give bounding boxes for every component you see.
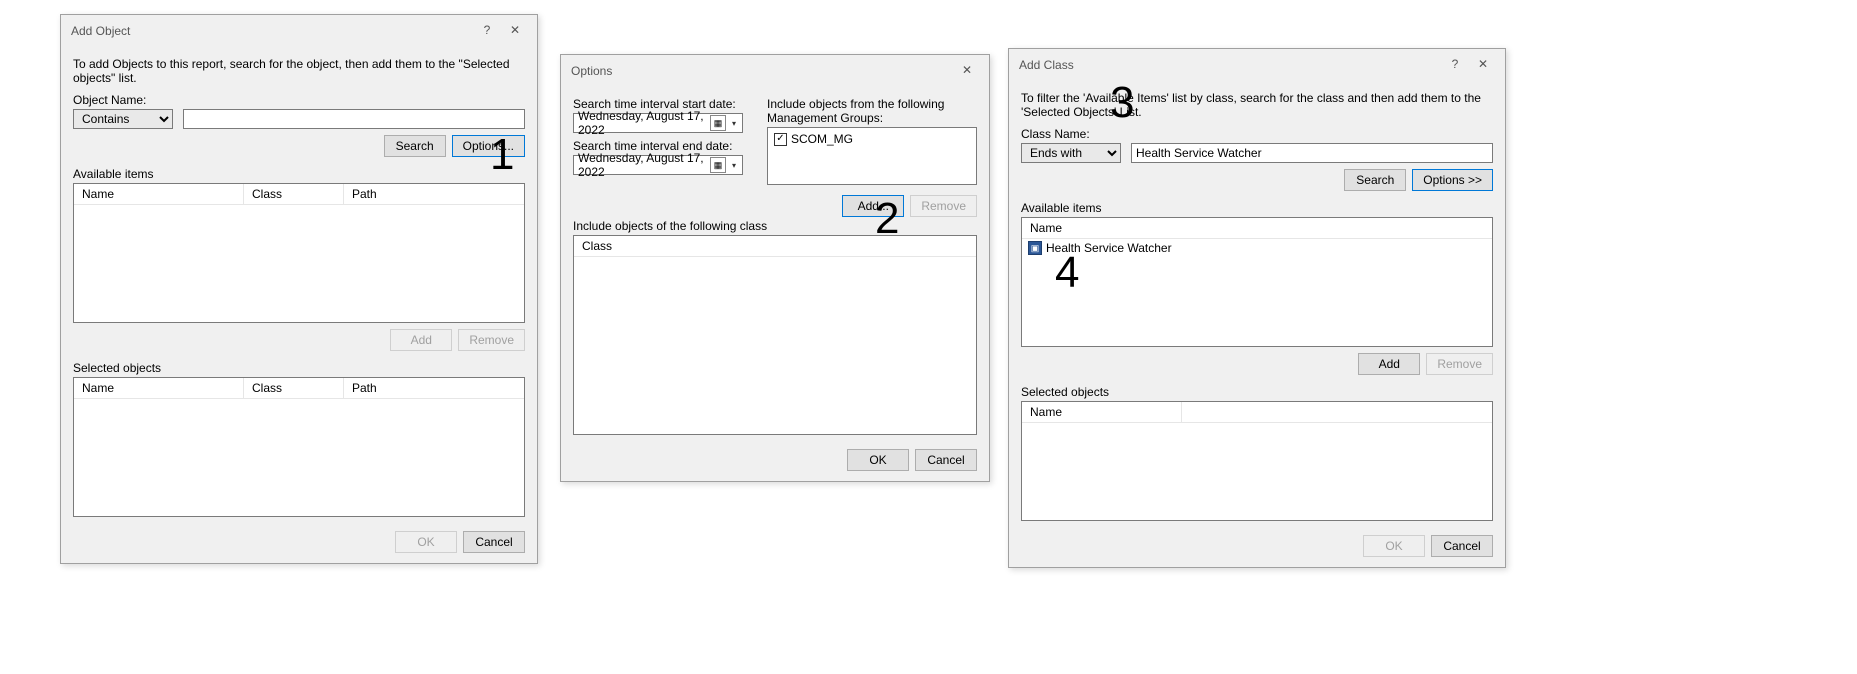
mg-label: Include objects from the following Manag… bbox=[767, 97, 977, 125]
dialog-title: Add Object bbox=[71, 24, 473, 38]
filter-mode-select[interactable]: Ends with bbox=[1021, 143, 1121, 163]
mg-item-label: SCOM_MG bbox=[791, 132, 853, 146]
end-date-picker[interactable]: Wednesday, August 17, 2022 ▦ ▾ bbox=[573, 155, 743, 175]
search-button[interactable]: Search bbox=[384, 135, 446, 157]
remove-class-button: Remove bbox=[910, 195, 977, 217]
list-header: Name bbox=[1022, 402, 1492, 423]
available-items-label: Available items bbox=[1021, 201, 1493, 215]
class-name-input[interactable] bbox=[1131, 143, 1493, 163]
mg-item[interactable]: ✓ SCOM_MG bbox=[774, 132, 970, 146]
ok-button[interactable]: OK bbox=[847, 449, 909, 471]
class-icon: ▣ bbox=[1028, 241, 1042, 255]
list-header: Name Class Path bbox=[74, 378, 524, 399]
available-items-label: Available items bbox=[73, 167, 525, 181]
instruction-text: To filter the 'Available Items' list by … bbox=[1021, 91, 1493, 119]
end-date-value: Wednesday, August 17, 2022 bbox=[578, 151, 708, 179]
selected-objects-label: Selected objects bbox=[73, 361, 525, 375]
dialog-title: Add Class bbox=[1019, 58, 1441, 72]
available-items-list[interactable]: Name Class Path bbox=[73, 183, 525, 323]
list-header: Name bbox=[1022, 218, 1492, 239]
options-dialog: Options ✕ Search time interval start dat… bbox=[560, 54, 990, 482]
available-items-list[interactable]: Name ▣ Health Service Watcher bbox=[1021, 217, 1493, 347]
close-icon[interactable]: ✕ bbox=[501, 21, 529, 41]
cancel-button[interactable]: Cancel bbox=[915, 449, 977, 471]
add-button: Add bbox=[390, 329, 452, 351]
add-class-dialog: Add Class ? ✕ To filter the 'Available I… bbox=[1008, 48, 1506, 568]
chevron-down-icon[interactable]: ▾ bbox=[728, 119, 740, 128]
column-name[interactable]: Name bbox=[74, 184, 244, 204]
calendar-icon[interactable]: ▦ bbox=[710, 157, 726, 173]
filter-mode-select[interactable]: Contains bbox=[73, 109, 173, 129]
help-icon[interactable]: ? bbox=[1441, 55, 1469, 75]
column-spacer bbox=[1182, 402, 1492, 422]
list-header: Class bbox=[574, 236, 976, 257]
add-button[interactable]: Add bbox=[1358, 353, 1420, 375]
calendar-icon[interactable]: ▦ bbox=[710, 115, 726, 131]
ok-button: OK bbox=[1363, 535, 1425, 557]
column-class[interactable]: Class bbox=[244, 378, 344, 398]
search-button[interactable]: Search bbox=[1344, 169, 1406, 191]
class-name-label: Class Name: bbox=[1021, 127, 1493, 141]
object-name-label: Object Name: bbox=[73, 93, 525, 107]
start-date-value: Wednesday, August 17, 2022 bbox=[578, 109, 708, 137]
management-groups-list[interactable]: ✓ SCOM_MG bbox=[767, 127, 977, 185]
close-icon[interactable]: ✕ bbox=[953, 61, 981, 81]
annotation-3: 3 bbox=[1110, 78, 1134, 128]
help-icon[interactable]: ? bbox=[473, 21, 501, 41]
cancel-button[interactable]: Cancel bbox=[463, 531, 525, 553]
selected-objects-label: Selected objects bbox=[1021, 385, 1493, 399]
column-class[interactable]: Class bbox=[574, 236, 976, 256]
titlebar: Add Class ? ✕ bbox=[1009, 49, 1505, 79]
class-list[interactable]: Class bbox=[573, 235, 977, 435]
column-path[interactable]: Path bbox=[344, 378, 524, 398]
annotation-4: 4 bbox=[1055, 248, 1079, 298]
annotation-1: 1 bbox=[490, 130, 514, 180]
ok-button: OK bbox=[395, 531, 457, 553]
column-class[interactable]: Class bbox=[244, 184, 344, 204]
selected-objects-list[interactable]: Name Class Path bbox=[73, 377, 525, 517]
start-date-picker[interactable]: Wednesday, August 17, 2022 ▦ ▾ bbox=[573, 113, 743, 133]
titlebar: Add Object ? ✕ bbox=[61, 15, 537, 45]
instruction-text: To add Objects to this report, search fo… bbox=[73, 57, 525, 85]
cancel-button[interactable]: Cancel bbox=[1431, 535, 1493, 557]
remove-button: Remove bbox=[458, 329, 525, 351]
annotation-2: 2 bbox=[875, 194, 899, 244]
selected-objects-list[interactable]: Name bbox=[1021, 401, 1493, 521]
object-name-input[interactable] bbox=[183, 109, 525, 129]
dialog-title: Options bbox=[571, 64, 953, 78]
list-item[interactable]: ▣ Health Service Watcher bbox=[1022, 239, 1492, 257]
column-name[interactable]: Name bbox=[1022, 218, 1492, 238]
remove-button: Remove bbox=[1426, 353, 1493, 375]
chevron-down-icon[interactable]: ▾ bbox=[728, 161, 740, 170]
close-icon[interactable]: ✕ bbox=[1469, 55, 1497, 75]
column-path[interactable]: Path bbox=[344, 184, 524, 204]
checkbox-icon[interactable]: ✓ bbox=[774, 133, 787, 146]
column-name[interactable]: Name bbox=[1022, 402, 1182, 422]
add-object-dialog: Add Object ? ✕ To add Objects to this re… bbox=[60, 14, 538, 564]
column-name[interactable]: Name bbox=[74, 378, 244, 398]
options-button[interactable]: Options >> bbox=[1412, 169, 1493, 191]
titlebar: Options ✕ bbox=[561, 55, 989, 85]
class-section-label: Include objects of the following class bbox=[573, 219, 977, 233]
list-header: Name Class Path bbox=[74, 184, 524, 205]
